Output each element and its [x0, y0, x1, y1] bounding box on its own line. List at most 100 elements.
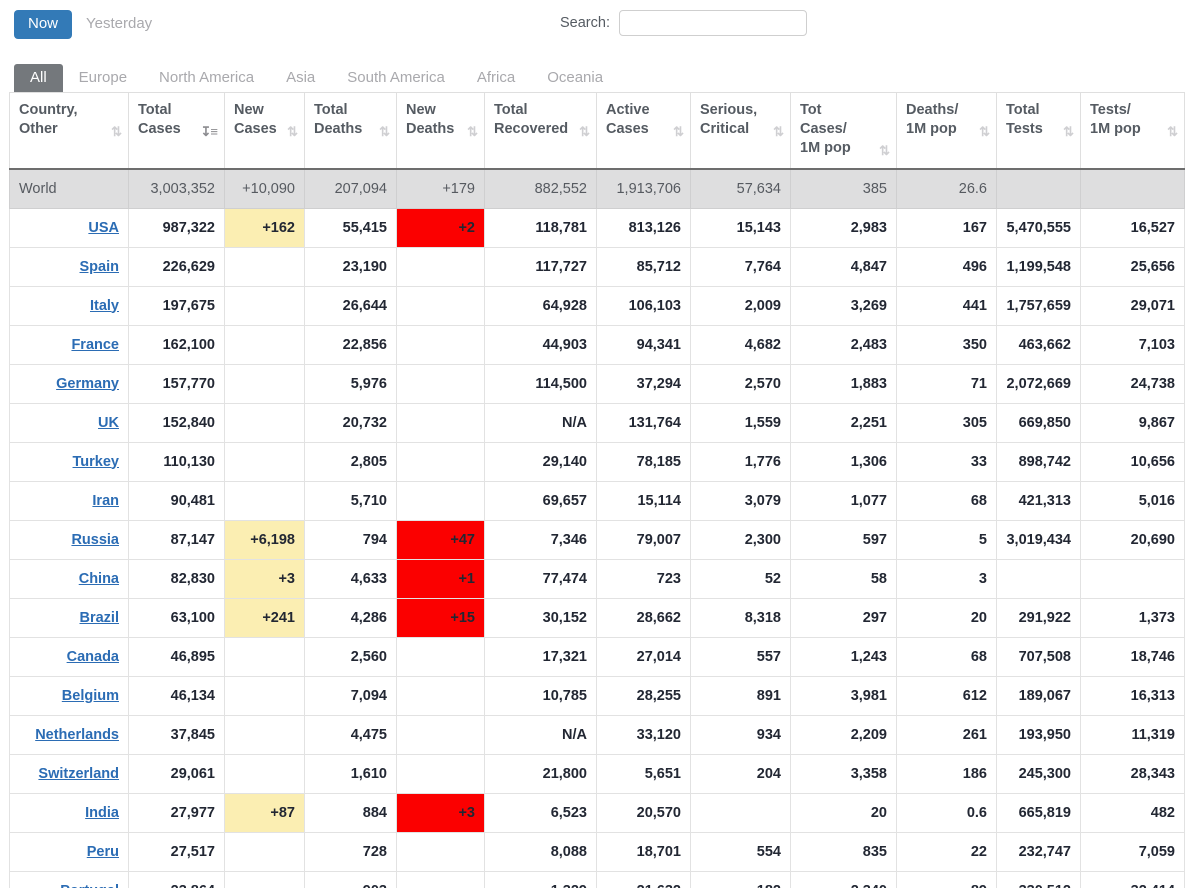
cell-total_deaths: 26,644 — [304, 285, 397, 326]
cell-active_cases: 131,764 — [596, 402, 691, 443]
cell-total_cases: 226,629 — [128, 246, 225, 287]
cell-new_deaths — [396, 870, 485, 888]
cell-total_recovered: 17,321 — [484, 636, 597, 677]
region-tab-south-america[interactable]: South America — [331, 64, 461, 92]
country-link[interactable]: Netherlands — [35, 727, 119, 743]
cell-cases_per_1m: 20 — [790, 792, 897, 833]
cell-total_cases: 162,100 — [128, 324, 225, 365]
country-link[interactable]: Iran — [92, 493, 119, 509]
cell-new_deaths — [396, 831, 485, 872]
cell-total_recovered: 882,552 — [484, 168, 597, 209]
day-tab-group: Now Yesterday — [14, 10, 166, 39]
search-input[interactable] — [618, 10, 807, 36]
country-link[interactable]: Germany — [56, 376, 119, 392]
country-link[interactable]: Portugal — [60, 883, 119, 888]
cell-cases_per_1m: 2,983 — [790, 207, 897, 248]
sort-desc-icon[interactable]: ↧≡ — [201, 125, 219, 138]
sort-both-icon[interactable]: ⇅ — [879, 144, 890, 157]
cell-cases_per_1m: 4,847 — [790, 246, 897, 287]
sort-both-icon[interactable]: ⇅ — [1167, 125, 1178, 138]
cell-new_cases — [224, 480, 305, 521]
cell-total_tests: 5,470,555 — [996, 207, 1081, 248]
country-link[interactable]: Russia — [71, 532, 119, 548]
sort-both-icon[interactable]: ⇅ — [379, 125, 390, 138]
column-header-total_deaths[interactable]: Total Deaths ⇅ — [304, 92, 397, 170]
column-header-country[interactable]: Country, Other ⇅ — [9, 92, 129, 170]
table-row: Brazil 63,100 +241 4,286 +15 30,152 28,662 8,31… — [9, 597, 1185, 638]
column-header-new_deaths[interactable]: New Deaths ⇅ — [396, 92, 485, 170]
cell-new_cases — [224, 675, 305, 716]
table-row: Switzerland 29,061 1,610 21,800 5,651 204 3,35… — [9, 753, 1185, 794]
cell-serious_critical: 554 — [690, 831, 791, 872]
country-link[interactable]: Turkey — [73, 454, 119, 470]
cell-serious_critical: 4,682 — [690, 324, 791, 365]
country-link[interactable]: Brazil — [80, 610, 120, 626]
cell-new_deaths: +47 — [396, 519, 485, 560]
cell-new_deaths — [396, 324, 485, 365]
cell-new_cases — [224, 285, 305, 326]
cell-serious_critical: 2,009 — [690, 285, 791, 326]
cell-serious_critical: 57,634 — [690, 168, 791, 209]
cell-total_deaths: 20,732 — [304, 402, 397, 443]
sort-both-icon[interactable]: ⇅ — [287, 125, 298, 138]
column-header-cases_per_1m[interactable]: Tot Cases/1M pop ⇅ — [790, 92, 897, 170]
stats-table-wrapper: Country, Other ⇅ Total Cases ↧≡ New Cases ⇅ Total… — [9, 92, 1185, 888]
country-cell: Turkey — [9, 441, 129, 482]
region-tab-all[interactable]: All — [14, 64, 63, 92]
region-tab-asia[interactable]: Asia — [270, 64, 331, 92]
cell-total_cases: 90,481 — [128, 480, 225, 521]
country-link[interactable]: China — [79, 571, 119, 587]
cell-tests_per_1m: 7,103 — [1080, 324, 1185, 365]
cell-active_cases: 18,701 — [596, 831, 691, 872]
region-tab-oceania[interactable]: Oceania — [531, 64, 619, 92]
sort-both-icon[interactable]: ⇅ — [579, 125, 590, 138]
column-header-total_tests[interactable]: Total Tests ⇅ — [996, 92, 1081, 170]
country-link[interactable]: Canada — [67, 649, 119, 665]
country-link[interactable]: Spain — [80, 259, 119, 275]
column-header-total_recovered[interactable]: Total Recovered ⇅ — [484, 92, 597, 170]
cell-total_cases: 63,100 — [128, 597, 225, 638]
sort-both-icon[interactable]: ⇅ — [673, 125, 684, 138]
country-link[interactable]: France — [71, 337, 119, 353]
country-label: World — [19, 180, 57, 197]
column-header-total_cases[interactable]: Total Cases ↧≡ — [128, 92, 225, 170]
sort-both-icon[interactable]: ⇅ — [773, 125, 784, 138]
column-header-line1: New — [406, 102, 436, 118]
day-tab-now[interactable]: Now — [14, 10, 73, 39]
cell-active_cases: 5,651 — [596, 753, 691, 794]
region-tab-north-america[interactable]: North America — [143, 64, 270, 92]
column-header-new_cases[interactable]: New Cases ⇅ — [224, 92, 305, 170]
region-tab-africa[interactable]: Africa — [461, 64, 531, 92]
cell-total_tests: 669,850 — [996, 402, 1081, 443]
sort-both-icon[interactable]: ⇅ — [111, 125, 122, 138]
cell-new_deaths — [396, 285, 485, 326]
sort-both-icon[interactable]: ⇅ — [1063, 125, 1074, 138]
country-link[interactable]: Switzerland — [38, 766, 119, 782]
column-header-line1: Active — [606, 102, 650, 118]
sort-both-icon[interactable]: ⇅ — [979, 125, 990, 138]
day-tab-yesterday[interactable]: Yesterday — [72, 10, 166, 39]
country-link[interactable]: USA — [88, 220, 119, 236]
cell-total_deaths: 2,805 — [304, 441, 397, 482]
country-link[interactable]: Belgium — [62, 688, 119, 704]
country-link[interactable]: UK — [98, 415, 119, 431]
country-link[interactable]: Italy — [90, 298, 119, 314]
country-cell: Russia — [9, 519, 129, 560]
cell-cases_per_1m: 2,483 — [790, 324, 897, 365]
column-header-deaths_per_1m[interactable]: Deaths/1M pop ⇅ — [896, 92, 997, 170]
column-header-tests_per_1m[interactable]: Tests/1M pop ⇅ — [1080, 92, 1185, 170]
cell-total_tests: 193,950 — [996, 714, 1081, 755]
column-header-serious_critical[interactable]: Serious, Critical ⇅ — [690, 92, 791, 170]
country-link[interactable]: India — [85, 805, 119, 821]
country-link[interactable]: Peru — [87, 844, 119, 860]
column-header-line1: Serious, — [700, 102, 758, 118]
cell-active_cases: 1,913,706 — [596, 168, 691, 209]
country-cell: USA — [9, 207, 129, 248]
column-header-line2: Other — [19, 121, 58, 137]
region-tab-europe[interactable]: Europe — [63, 64, 143, 92]
sort-both-icon[interactable]: ⇅ — [467, 125, 478, 138]
column-header-active_cases[interactable]: Active Cases ⇅ — [596, 92, 691, 170]
cell-new_cases — [224, 870, 305, 888]
cell-cases_per_1m: 3,981 — [790, 675, 897, 716]
column-header-line2-wrap: Tests ⇅ — [1006, 120, 1074, 139]
